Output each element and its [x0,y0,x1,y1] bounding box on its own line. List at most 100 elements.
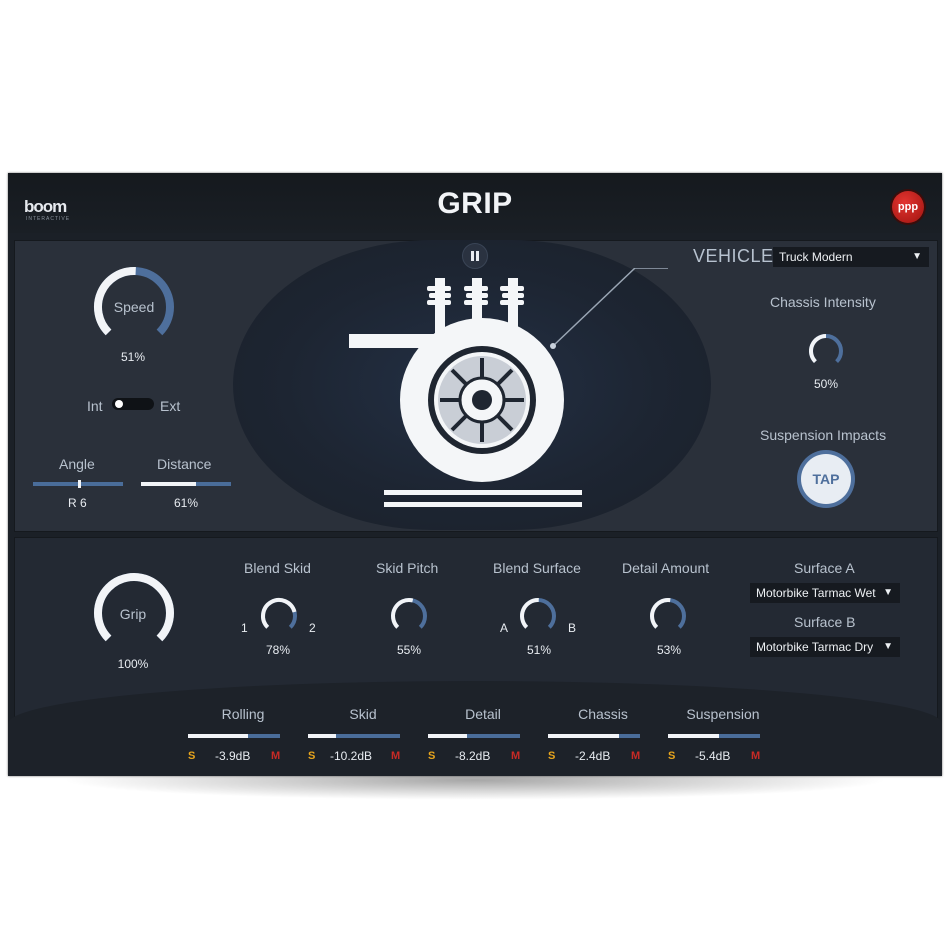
mixer-label: Skid [349,706,377,722]
blend-surface-right-label: B [568,621,577,635]
surface-b-dropdown[interactable]: Motorbike Tarmac Dry ▼ [750,637,900,657]
blend-skid-value: 78% [266,643,291,657]
mixer-db-value: -2.4dB [575,749,611,763]
blend-surface-left-label: A [500,621,509,635]
chevron-down-icon: ▼ [883,587,893,598]
mixer-level-meter[interactable] [308,734,400,738]
skid-pitch-knob[interactable] [388,595,430,637]
knob-value-arc [261,598,297,629]
blend-skid-right-label: 2 [309,621,316,635]
distance-value: 61% [174,496,199,510]
solo-button[interactable]: S [188,750,195,762]
mixer-db-value: -5.4dB [695,749,731,763]
surface-a-label: Surface A [794,560,855,576]
grip-value: 100% [117,657,149,671]
angle-slider[interactable] [33,480,123,488]
blend-surface-label: Blend Surface [493,560,581,576]
mixer-strip-suspension: Suspension S -5.4dB M [660,703,786,767]
detail-amount-label: Detail Amount [622,560,710,576]
blend-surface-knob[interactable] [517,595,559,637]
meter-fill [308,734,336,738]
speed-label: Speed [113,299,155,315]
tap-button[interactable]: TAP [801,454,851,504]
knob-value-arc [520,598,539,629]
int-ext-toggle[interactable] [112,398,154,410]
mixer-db-value: -10.2dB [330,749,373,763]
blend-surface-value: 51% [527,643,552,657]
blend-skid-label: Blend Skid [244,560,311,576]
chassis-intensity-knob[interactable] [806,331,846,371]
callout-line [552,268,668,347]
int-label: Int [87,398,103,414]
ppp-badge-button[interactable]: ppp [892,191,924,223]
surface-b-value: Motorbike Tarmac Dry [756,640,874,654]
vehicle-dropdown-value: Truck Modern [779,250,853,264]
grip-plugin-window: boom INTERACTIVE GRIP ppp Speed 51% Int … [8,173,942,776]
meter-fill [548,734,619,738]
speed-value: 51% [120,350,146,364]
meter-fill [668,734,719,738]
mixer-label: Rolling [221,706,265,722]
skid-pitch-value: 55% [397,643,422,657]
mixer-level-meter[interactable] [548,734,640,738]
mixer-db-value: -3.9dB [215,749,251,763]
mixer-strip-skid: Skid S -10.2dB M [300,703,426,767]
angle-label: Angle [59,456,95,472]
distance-slider-fill [141,482,196,486]
detail-amount-value: 53% [657,643,682,657]
detail-amount-knob[interactable] [647,595,689,637]
suspension-impacts-label: Suspension Impacts [760,427,887,443]
chevron-down-icon: ▼ [912,251,922,262]
vehicle-label: VEHICLE [693,246,774,266]
mute-button[interactable]: M [631,750,640,762]
chassis-intensity-value: 50% [814,377,839,391]
pause-icon [471,251,479,261]
meter-fill [188,734,248,738]
mixer-label: Detail [465,706,501,722]
blend-skid-knob[interactable] [258,595,300,637]
pause-button[interactable] [462,243,488,269]
knob-value-arc [650,598,671,629]
surface-b-label: Surface B [794,614,856,630]
callout-dot [550,343,556,349]
mixer-strip-chassis: Chassis S -2.4dB M [540,703,666,767]
skid-pitch-label: Skid Pitch [376,560,439,576]
mute-button[interactable]: M [271,750,280,762]
hub-center [472,390,492,410]
blend-skid-left-label: 1 [241,621,248,635]
mute-button[interactable]: M [511,750,520,762]
mixer-db-value: -8.2dB [455,749,491,763]
mixer-level-meter[interactable] [188,734,280,738]
angle-slider-handle[interactable] [78,480,81,488]
vehicle-dropdown[interactable]: Truck Modern ▼ [773,247,929,267]
wheel-suspension-illustration [349,268,668,507]
mixer-level-meter[interactable] [428,734,520,738]
solo-button[interactable]: S [308,750,315,762]
grip-label: Grip [119,606,147,622]
road-line-bottom [384,502,582,507]
meter-fill [428,734,467,738]
solo-button[interactable]: S [668,750,675,762]
mixer-strip-rolling: Rolling S -3.9dB M [180,703,306,767]
plugin-title: GRIP [437,187,513,220]
mixer-label: Chassis [578,706,628,722]
angle-value: R 6 [68,496,87,510]
knob-value-arc [391,598,414,629]
chevron-down-icon: ▼ [883,641,893,652]
solo-button[interactable]: S [428,750,435,762]
ext-label: Ext [160,398,181,414]
toggle-knob [115,400,123,408]
mute-button[interactable]: M [391,750,400,762]
road-line-top [384,490,582,495]
solo-button[interactable]: S [548,750,555,762]
distance-label: Distance [157,456,212,472]
mute-button[interactable]: M [751,750,760,762]
header-bar: boom INTERACTIVE GRIP ppp [8,173,942,233]
surface-a-value: Motorbike Tarmac Wet [756,586,876,600]
distance-slider[interactable] [141,482,231,486]
mixer-strip-detail: Detail S -8.2dB M [420,703,546,767]
chassis-intensity-label: Chassis Intensity [770,294,876,310]
surface-a-dropdown[interactable]: Motorbike Tarmac Wet ▼ [750,583,900,603]
knob-value-arc [809,334,827,364]
mixer-level-meter[interactable] [668,734,760,738]
